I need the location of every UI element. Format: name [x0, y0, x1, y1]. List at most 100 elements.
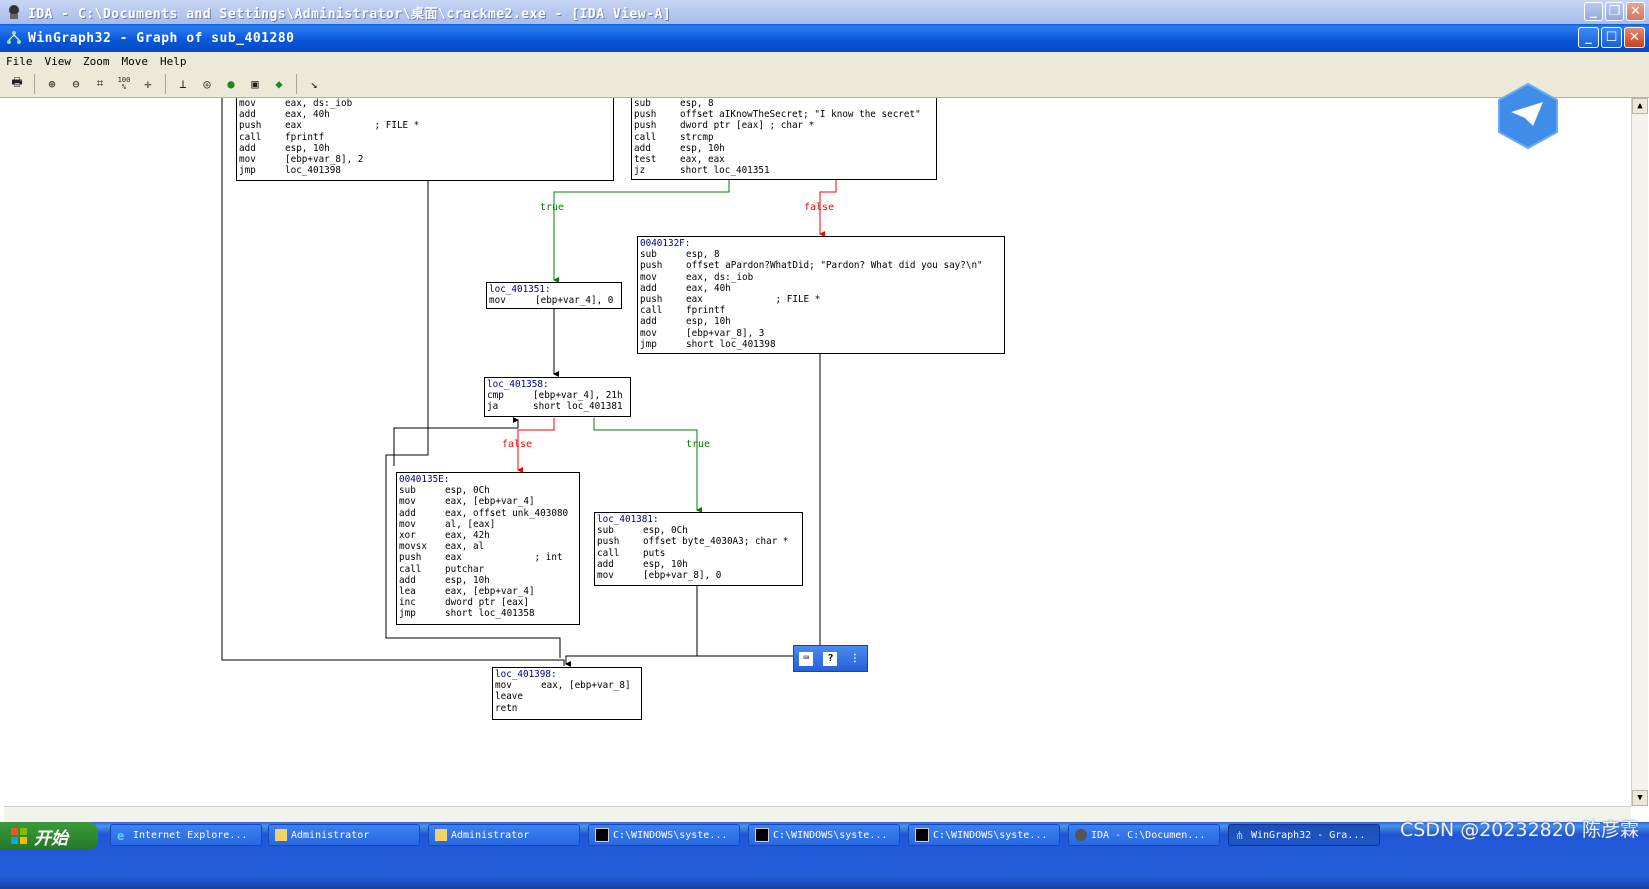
asm-line[interactable]: call putchar — [399, 564, 577, 575]
menu-view[interactable]: View — [45, 55, 72, 68]
wingraph-maximize-button[interactable]: ☐ — [1601, 27, 1622, 48]
asm-line[interactable]: call strcmp — [634, 132, 934, 143]
start-button[interactable]: 开始 — [0, 822, 98, 850]
ida-title-bar[interactable]: IDA - C:\Documents and Settings\Administ… — [0, 0, 1649, 24]
floating-language-bar[interactable]: ⌨ ? ⋮ — [793, 645, 868, 672]
asm-line[interactable]: add eax, 40h — [640, 283, 1002, 294]
graph-node-40132f[interactable]: 0040132F: sub esp, 8 push offset aPardon?Wha… — [637, 236, 1005, 354]
asm-line[interactable]: mov eax, ds:_iob — [640, 272, 1002, 283]
layout-icon[interactable]: ▣ — [244, 73, 266, 95]
asm-line[interactable]: movsx eax, al — [399, 541, 577, 552]
asm-line[interactable]: mov eax, [ebp+var_4] — [399, 496, 577, 507]
asm-line[interactable]: ja short loc_401381 — [487, 401, 628, 412]
node-label[interactable]: loc_401351: — [489, 284, 619, 295]
task-cmd-3[interactable]: C:\WINDOWS\syste... — [908, 824, 1060, 846]
task-wingraph[interactable]: ⋔ WinGraph32 - Gra... — [1228, 824, 1380, 846]
asm-line[interactable]: call fprintf — [640, 305, 1002, 316]
asm-line[interactable]: call puts — [597, 548, 800, 559]
graph-node-top-left[interactable]: mov eax, ds:_iob add eax, 40h push eax ; FILE… — [236, 98, 614, 181]
node-label[interactable]: loc_401381: — [597, 514, 800, 525]
asm-line[interactable]: mov [ebp+var_4], 0 — [489, 295, 619, 306]
options-icon[interactable]: ⋮ — [848, 652, 862, 666]
asm-line[interactable]: add esp, 10h — [634, 143, 934, 154]
task-ida[interactable]: IDA - C:\Documen... — [1068, 824, 1220, 846]
asm-line[interactable]: jz short loc_401351 — [634, 165, 934, 176]
menu-zoom[interactable]: Zoom — [83, 55, 110, 68]
asm-line[interactable]: push eax ; int — [399, 552, 577, 563]
graph-node-loc-401358[interactable]: loc_401358: cmp [ebp+var_4], 21h ja short lo… — [484, 377, 631, 417]
asm-line[interactable]: push eax ; FILE * — [640, 294, 1002, 305]
asm-line[interactable]: sub esp, 8 — [634, 98, 934, 109]
asm-line[interactable]: sub esp, 0Ch — [597, 525, 800, 536]
asm-line[interactable]: jmp loc_401398 — [239, 165, 611, 176]
asm-line[interactable]: mov [ebp+var_8], 0 — [597, 570, 800, 581]
fit-window-icon[interactable]: ⌗ — [89, 73, 111, 95]
vertical-scrollbar[interactable]: ▲ ▼ — [1631, 98, 1648, 806]
center-icon[interactable]: ✛ — [137, 73, 159, 95]
asm-line[interactable]: add esp, 10h — [597, 559, 800, 570]
asm-line[interactable]: test eax, eax — [634, 154, 934, 165]
move-origin-icon[interactable]: ⊥ — [172, 73, 194, 95]
graph-node-40135e[interactable]: 0040135E: sub esp, 0Ch mov eax, [ebp+var_4] a… — [396, 472, 580, 625]
zoom-100-icon[interactable]: 100% — [113, 73, 135, 95]
asm-line[interactable]: jmp short loc_401358 — [399, 608, 577, 619]
scroll-down-icon[interactable]: ▼ — [1632, 790, 1648, 806]
asm-line[interactable]: add eax, offset unk_403080 — [399, 508, 577, 519]
asm-line[interactable]: xor eax, 42h — [399, 530, 577, 541]
export-icon[interactable]: ◆ — [268, 73, 290, 95]
asm-line[interactable]: mov eax, ds:_iob — [239, 98, 611, 109]
task-cmd-2[interactable]: C:\WINDOWS\syste... — [748, 824, 900, 846]
task-internet-explorer[interactable]: e Internet Explore... — [110, 824, 262, 846]
asm-line[interactable]: mov [ebp+var_8], 2 — [239, 154, 611, 165]
asm-line[interactable]: add esp, 10h — [640, 316, 1002, 327]
wingraph-close-button[interactable]: ✕ — [1624, 27, 1645, 48]
node-label[interactable]: loc_401398: — [495, 669, 639, 680]
keyboard-icon[interactable]: ⌨ — [799, 651, 814, 666]
asm-line[interactable]: sub esp, 0Ch — [399, 485, 577, 496]
asm-line[interactable]: inc dword ptr [eax] — [399, 597, 577, 608]
asm-line[interactable]: retn — [495, 703, 639, 714]
zoom-in-icon[interactable]: ⊕ — [41, 73, 63, 95]
ida-minimize-button[interactable]: _ — [1584, 2, 1603, 21]
wingraph-title-bar[interactable]: WinGraph32 - Graph of sub_401280 _ ☐ ✕ — [0, 24, 1649, 52]
asm-line[interactable]: mov al, [eax] — [399, 519, 577, 530]
ida-restore-button[interactable]: ❐ — [1605, 2, 1624, 21]
graph-node-top-right[interactable]: sub esp, 8 push offset aIKnowTheSecret; "I … — [631, 98, 937, 180]
horizontal-scrollbar[interactable] — [4, 806, 1631, 823]
scroll-up-icon[interactable]: ▲ — [1632, 98, 1648, 114]
asm-line[interactable]: cmp [ebp+var_4], 21h — [487, 390, 628, 401]
print-icon[interactable]: 🖶 — [6, 73, 28, 95]
asm-line[interactable]: add eax, 40h — [239, 109, 611, 120]
color-icon[interactable]: ● — [220, 73, 242, 95]
menu-help[interactable]: Help — [160, 55, 187, 68]
asm-line[interactable]: mov [ebp+var_8], 3 — [640, 328, 1002, 339]
asm-line[interactable]: push eax ; FILE * — [239, 120, 611, 131]
task-administrator-1[interactable]: Administrator — [268, 824, 420, 846]
graph-node-loc-401351[interactable]: loc_401351: mov [ebp+var_4], 0 — [486, 282, 622, 309]
asm-line[interactable]: lea eax, [ebp+var_4] — [399, 586, 577, 597]
asm-line[interactable]: sub esp, 8 — [640, 249, 1002, 260]
menu-move[interactable]: Move — [122, 55, 149, 68]
task-cmd-1[interactable]: C:\WINDOWS\syste... — [588, 824, 740, 846]
graph-node-loc-401398[interactable]: loc_401398: mov eax, [ebp+var_8] leave retn — [492, 667, 642, 720]
asm-line[interactable]: mov eax, [ebp+var_8] — [495, 680, 639, 691]
rotate-icon[interactable]: ◎ — [196, 73, 218, 95]
asm-line[interactable]: jmp short loc_401398 — [640, 339, 1002, 350]
asm-line[interactable]: add esp, 10h — [399, 575, 577, 586]
wingraph-minimize-button[interactable]: _ — [1578, 27, 1599, 48]
task-administrator-2[interactable]: Administrator — [428, 824, 580, 846]
graph-canvas[interactable]: true false false true mov eax, ds:_iob add… — [4, 98, 1631, 806]
asm-line[interactable]: add esp, 10h — [239, 143, 611, 154]
node-label[interactable]: 0040135E: — [399, 474, 577, 485]
asm-line[interactable]: leave — [495, 691, 639, 702]
asm-line[interactable]: push offset byte_4030A3; char * — [597, 536, 800, 547]
asm-line[interactable]: push offset aIKnowTheSecret; "I know the … — [634, 109, 934, 120]
help-icon[interactable]: ? — [823, 651, 838, 666]
graph-node-loc-401381[interactable]: loc_401381: sub esp, 0Ch push offset byte_40… — [594, 512, 803, 586]
asm-line[interactable]: push dword ptr [eax] ; char * — [634, 120, 934, 131]
node-label[interactable]: loc_401358: — [487, 379, 628, 390]
zoom-out-icon[interactable]: ⊖ — [65, 73, 87, 95]
asm-line[interactable]: push offset aPardon?WhatDid; "Pardon? Wha… — [640, 260, 1002, 271]
asm-line[interactable]: call fprintf — [239, 132, 611, 143]
menu-file[interactable]: File — [6, 55, 33, 68]
